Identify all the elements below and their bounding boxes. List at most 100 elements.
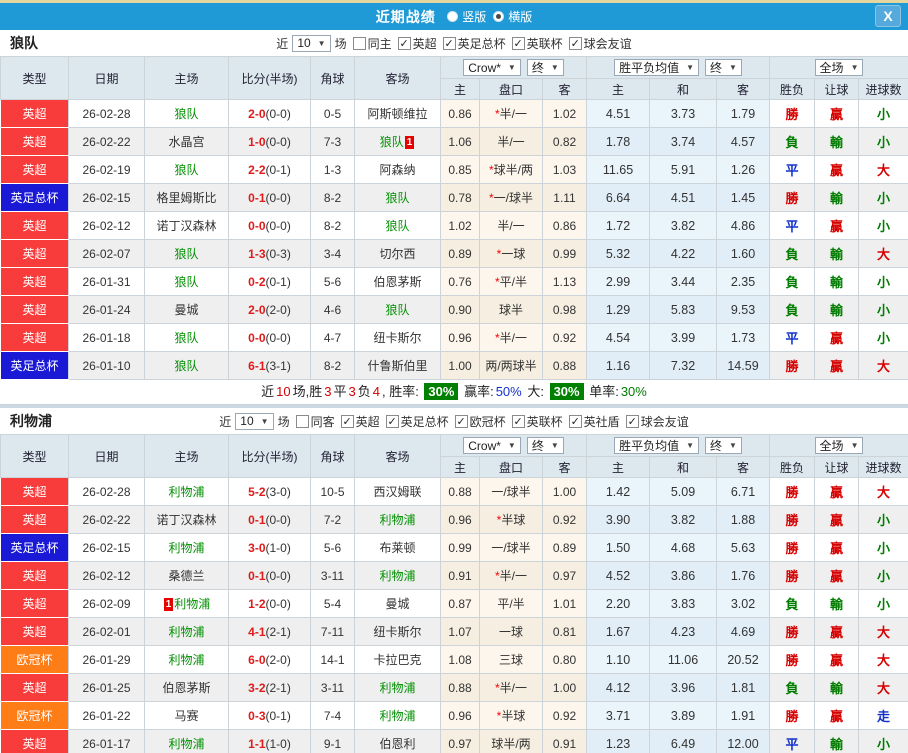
- avg-away: 2.35: [715, 267, 771, 296]
- away-odds: 1.00: [542, 477, 587, 506]
- result-wdl-label: 平: [785, 331, 799, 346]
- radio-icon[interactable]: [447, 10, 459, 22]
- checkbox-icon[interactable]: ✓: [385, 414, 399, 428]
- team-label: 狼队: [174, 163, 199, 177]
- checkbox-icon[interactable]: ✓: [511, 414, 525, 428]
- team-label: 伯恩利: [379, 737, 416, 751]
- checkbox-icon[interactable]: ✓: [568, 36, 582, 50]
- avg-time-select[interactable]: 终 ▼: [705, 437, 742, 454]
- games-count-select[interactable]: 10 ▼: [235, 412, 274, 430]
- result-handicap: 輸: [814, 295, 860, 324]
- team-label: 布莱顿: [379, 541, 416, 555]
- match-filter-bar: 近 10 ▼ 场同主 ✓ 英超 ✓ 英足总杯 ✓ 英联杯 ✓ 球会友谊: [275, 34, 632, 52]
- sub-col-header: 进球数: [858, 456, 908, 478]
- league-checkbox[interactable]: ✓ 球会友谊: [568, 35, 632, 52]
- match-scope-select[interactable]: 全场 ▼: [814, 59, 864, 76]
- result-handicap: 輸: [814, 267, 860, 296]
- match-row: 英足总杯 26-01-10 狼队 6-1(3-1) 8-2 什鲁斯伯里 1.00 两/两球半 0…: [0, 351, 908, 380]
- view-mode-radio[interactable]: 横版: [493, 8, 532, 25]
- avg-away: 1.81: [715, 673, 771, 702]
- checkbox-icon[interactable]: ✓: [511, 36, 525, 50]
- bookmaker-select[interactable]: Crow* ▼: [463, 59, 521, 77]
- league-checkbox[interactable]: ✓ 英超: [340, 413, 380, 430]
- result-handicap-label: 贏: [830, 107, 844, 122]
- radio-icon[interactable]: [493, 10, 505, 22]
- summary-stat: 单率:: [585, 384, 619, 399]
- odds-time-select[interactable]: 终 ▼: [526, 436, 564, 454]
- team-label: 狼队: [174, 331, 199, 345]
- checkbox-icon[interactable]: ✓: [454, 414, 468, 428]
- avg-draw: 7.32: [649, 351, 717, 380]
- league-checkbox[interactable]: ✓ 英足总杯: [385, 413, 449, 430]
- league-checkbox[interactable]: ✓ 英足总杯: [442, 35, 506, 52]
- checkbox-icon[interactable]: ✓: [397, 36, 411, 50]
- avg-time-select[interactable]: 终 ▼: [705, 59, 742, 76]
- team-label: 切尔西: [379, 247, 416, 261]
- view-mode-radio[interactable]: 竖版: [447, 8, 486, 25]
- result-wdl: 負: [769, 589, 816, 618]
- checkbox-icon[interactable]: ✓: [442, 36, 456, 50]
- half-score: (0-0): [265, 134, 291, 149]
- summary-stat: 30%: [424, 383, 459, 400]
- avg-home: 1.50: [586, 533, 650, 562]
- away-odds: 0.86: [542, 211, 587, 240]
- league-badge: 英超: [0, 505, 69, 534]
- home-odds: 0.90: [440, 295, 480, 324]
- summary-stat: 近: [261, 384, 275, 399]
- league-checkbox[interactable]: ✓ 英超: [397, 35, 437, 52]
- checkbox-icon[interactable]: ✓: [568, 414, 582, 428]
- handicap-cell: *半球: [479, 701, 543, 730]
- bookmaker-select[interactable]: Crow* ▼: [463, 437, 521, 455]
- close-button[interactable]: X: [875, 5, 901, 27]
- match-row: 欧冠杯 26-01-29 利物浦 6-0(2-0) 14-1 卡拉巴克 1.08 三球 0.80…: [0, 645, 908, 674]
- home-team: 利物浦: [144, 533, 229, 562]
- checkbox-icon[interactable]: ✓: [340, 414, 354, 428]
- result-goals: 大: [858, 155, 908, 184]
- league-checkbox[interactable]: ✓ 英联杯: [511, 413, 563, 430]
- games-count-select[interactable]: 10 ▼: [292, 34, 331, 52]
- result-handicap: 輸: [814, 239, 860, 268]
- avg-home: 4.54: [586, 323, 650, 352]
- avg-home: 2.99: [586, 267, 650, 296]
- col-header: 客场: [354, 56, 441, 100]
- checkbox-icon[interactable]: [352, 36, 366, 50]
- result-handicap: 贏: [814, 211, 860, 240]
- avg-away: 1.26: [715, 155, 771, 184]
- result-wdl: 負: [769, 127, 816, 156]
- result-goals: 大: [858, 645, 908, 674]
- home-team: 1 利物浦: [144, 589, 229, 618]
- home-odds: 1.06: [440, 127, 480, 156]
- team-label: 利物浦: [168, 625, 205, 639]
- avg-metric-select[interactable]: 胜平负均值 ▼: [614, 437, 699, 454]
- league-checkbox[interactable]: ✓ 英社盾: [568, 413, 620, 430]
- same-side-checkbox[interactable]: 同客: [295, 413, 335, 430]
- odds-time-select[interactable]: 终 ▼: [526, 58, 564, 76]
- league-checkbox[interactable]: ✓ 英联杯: [511, 35, 563, 52]
- result-wdl-label: 平: [785, 163, 799, 178]
- handicap-cell: *半/一: [479, 99, 543, 128]
- corners-cell: 8-2: [310, 183, 355, 212]
- match-scope-select[interactable]: 全场 ▼: [814, 437, 864, 454]
- home-team: 狼队: [144, 351, 229, 380]
- match-date: 26-01-24: [68, 295, 145, 324]
- corners-cell: 3-11: [310, 673, 355, 702]
- result-header-group: 全场 ▼: [769, 434, 908, 457]
- team-label: 狼队: [174, 275, 199, 289]
- league-checkbox[interactable]: ✓ 球会友谊: [625, 413, 689, 430]
- result-goals: 小: [858, 267, 908, 296]
- checkbox-icon[interactable]: ✓: [625, 414, 639, 428]
- avg-metric-select[interactable]: 胜平负均值 ▼: [614, 59, 699, 76]
- col-header: 类型: [0, 56, 69, 100]
- half-score: (3-1): [265, 358, 291, 373]
- avg-away: 1.60: [715, 239, 771, 268]
- league-checkbox[interactable]: ✓ 欧冠杯: [454, 413, 506, 430]
- col-header: 日期: [68, 56, 145, 100]
- away-team: 纽卡斯尔: [354, 617, 441, 646]
- team-label: 西汉姆联: [373, 485, 422, 499]
- match-row: 英超 26-01-17 利物浦 1-1(1-0) 9-1 伯恩利 0.97 球半/两 0.91 1…: [0, 729, 908, 753]
- half-score: (1-0): [265, 736, 291, 751]
- team-matches-table: 类型 日期 主场 比分(半场) 角球 客场 Crow* ▼ 终 ▼ 胜平负均值 ▼ 终 ▼ 全场 ▼ 主盘口客主…: [0, 434, 908, 753]
- checkbox-icon[interactable]: [295, 414, 309, 428]
- result-wdl-label: 勝: [785, 541, 799, 556]
- same-side-checkbox[interactable]: 同主: [352, 35, 392, 52]
